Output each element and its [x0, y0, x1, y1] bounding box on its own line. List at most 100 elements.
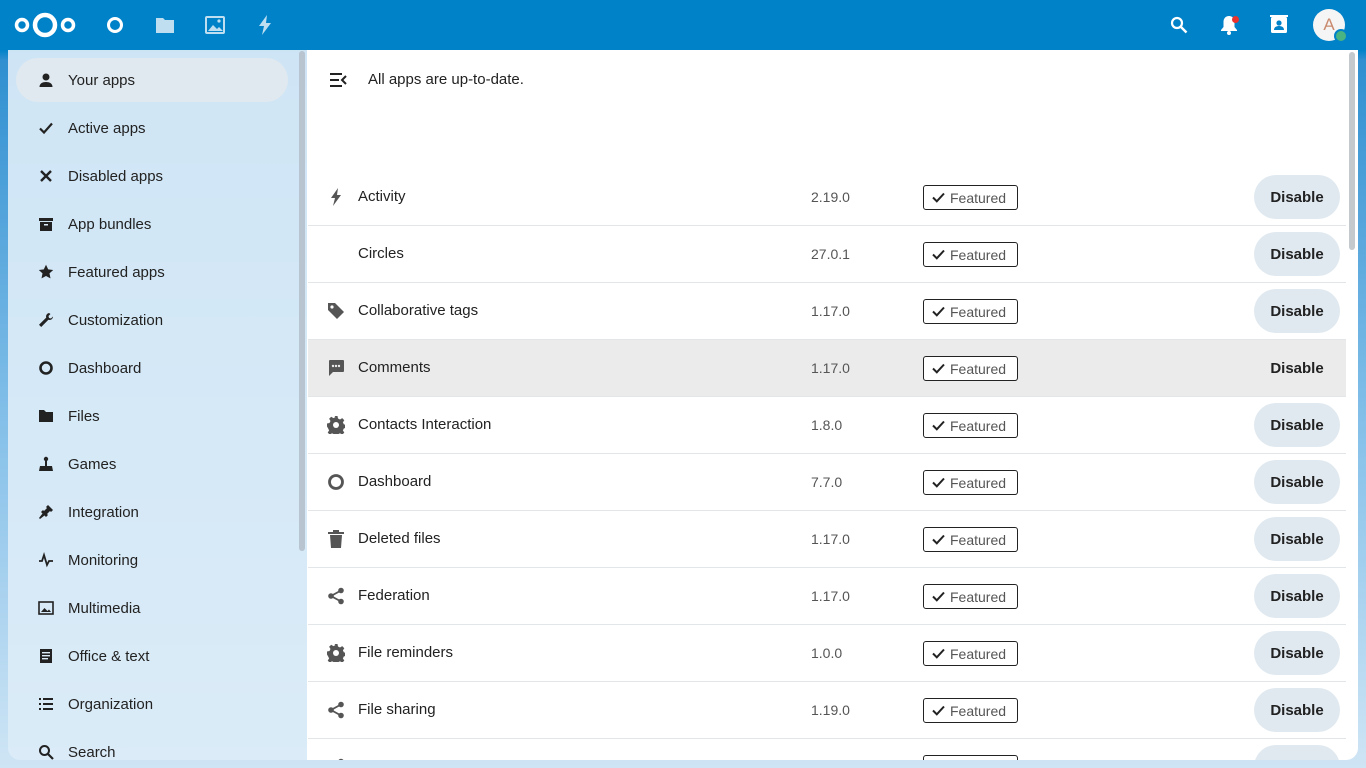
featured-label: Featured [950, 531, 1007, 548]
check-icon [932, 477, 945, 488]
sidebar-item-label: Active apps [68, 119, 146, 137]
list-icon [36, 694, 56, 714]
sidebar-item-monitoring[interactable]: Monitoring [16, 538, 288, 582]
plug-icon [36, 502, 56, 522]
sidebar-item-customization[interactable]: Customization [16, 298, 288, 342]
featured-badge: Featured [923, 527, 1018, 552]
check-icon [932, 591, 945, 602]
sidebar-scrollbar[interactable] [299, 51, 305, 551]
app-row-deleted-files: Deleted files 1.17.0 Featured Disable [308, 511, 1346, 568]
sidebar-item-active-apps[interactable]: Active apps [16, 106, 288, 150]
trash-icon [326, 529, 346, 549]
sidebar-item-dashboard[interactable]: Dashboard [16, 346, 288, 390]
sidebar-item-label: Monitoring [68, 551, 139, 569]
lightning-icon [326, 187, 346, 207]
sidebar-item-featured-apps[interactable]: Featured apps [16, 250, 288, 294]
nextcloud-logo-icon[interactable] [14, 11, 76, 39]
featured-label: Featured [950, 246, 1007, 263]
pulse-icon [36, 550, 56, 570]
disable-button[interactable]: Disable [1254, 460, 1340, 504]
sidebar-item-label: Your apps [68, 71, 136, 89]
check-icon [932, 705, 945, 716]
disable-button[interactable]: Disable [1254, 631, 1340, 675]
check-icon [932, 306, 945, 317]
featured-label: Featured [950, 360, 1007, 377]
sidebar-item-label: Files [68, 407, 100, 425]
sidebar-item-search[interactable]: Search [16, 730, 288, 760]
sidebar-item-games[interactable]: Games [16, 442, 288, 486]
app-row-federation: Federation 1.17.0 Featured Disable [308, 568, 1346, 625]
photos-icon[interactable] [203, 13, 227, 37]
activity-icon[interactable] [253, 13, 277, 37]
sidebar-item-files[interactable]: Files [16, 394, 288, 438]
sidebar-item-office-text[interactable]: Office & text [16, 634, 288, 678]
circle-icon [36, 358, 56, 378]
sidebar-item-your-apps[interactable]: Your apps [16, 58, 288, 102]
search-icon[interactable] [1167, 13, 1191, 37]
gear-icon [326, 415, 346, 435]
star-icon [36, 262, 56, 282]
app-version: 1.17.0 [811, 360, 850, 376]
check-icon [36, 118, 56, 138]
featured-label: Featured [950, 303, 1007, 320]
app-row-dashboard: Dashboard 7.7.0 Featured Disable [308, 454, 1346, 511]
app-name: Deleted files [358, 530, 441, 547]
disable-button[interactable]: Disable [1254, 517, 1340, 561]
check-icon [932, 534, 945, 545]
app-name: File reminders [358, 644, 454, 661]
app-name: File sharing [358, 701, 436, 718]
share-icon [326, 700, 346, 720]
app-name: Collaborative tags [358, 302, 479, 319]
sidebar-item-disabled-apps[interactable]: Disabled apps [16, 154, 288, 198]
app-row-activity: Activity 2.19.0 Featured Disable [308, 169, 1346, 226]
app-navigation: Your apps Active apps Disabled apps App … [8, 50, 307, 760]
menu-toggle-icon[interactable] [329, 70, 349, 90]
sidebar-item-label: Games [68, 455, 117, 473]
share-icon [326, 757, 346, 760]
disable-button[interactable] [1254, 745, 1340, 760]
featured-label: Featured [950, 588, 1007, 605]
disable-button[interactable]: Disable [1254, 688, 1340, 732]
sidebar-item-integration[interactable]: Integration [16, 490, 288, 534]
disable-button[interactable]: Disable [1254, 175, 1340, 219]
contacts-icon[interactable] [1267, 13, 1291, 37]
sidebar-item-label: Office & text [68, 647, 150, 665]
share-icon [326, 586, 346, 606]
tag-icon [326, 301, 346, 321]
app-version: 1.8.0 [811, 417, 843, 433]
app-row-partial [308, 739, 1346, 760]
disable-button[interactable]: Disable [1254, 346, 1340, 390]
featured-badge [923, 755, 1018, 760]
notification-badge [1232, 16, 1239, 23]
disable-button[interactable]: Disable [1254, 232, 1340, 276]
search-icon [36, 742, 56, 760]
app-row-comments: Comments 1.17.0 Featured Disable [308, 340, 1346, 397]
sidebar-item-label: Organization [68, 695, 154, 713]
app-version: 7.7.0 [811, 474, 843, 490]
app-name: Activity [358, 188, 406, 205]
app-name: Dashboard [358, 473, 432, 490]
circle-icon [326, 472, 346, 492]
disable-button[interactable]: Disable [1254, 289, 1340, 333]
update-status-text: All apps are up-to-date. [368, 71, 524, 88]
sidebar-item-app-bundles[interactable]: App bundles [16, 202, 288, 246]
app-row-contacts-interaction: Contacts Interaction 1.8.0 Featured Disa… [308, 397, 1346, 454]
featured-label: Featured [950, 645, 1007, 662]
sidebar-item-label: Multimedia [68, 599, 141, 617]
content-scrollbar[interactable] [1349, 52, 1355, 250]
sidebar-item-multimedia[interactable]: Multimedia [16, 586, 288, 630]
avatar-letter: A [1323, 15, 1335, 34]
sidebar-item-label: Integration [68, 503, 139, 521]
featured-badge: Featured [923, 584, 1018, 609]
featured-label: Featured [950, 417, 1007, 434]
disable-button[interactable]: Disable [1254, 574, 1340, 618]
gear-icon [326, 643, 346, 663]
sidebar-item-organization[interactable]: Organization [16, 682, 288, 726]
app-version: 27.0.1 [811, 246, 850, 262]
top-bar: A [0, 0, 1366, 50]
dashboard-icon[interactable] [103, 13, 127, 37]
disable-button[interactable]: Disable [1254, 403, 1340, 447]
files-icon[interactable] [153, 13, 177, 37]
user-icon [36, 70, 56, 90]
document-icon [36, 646, 56, 666]
